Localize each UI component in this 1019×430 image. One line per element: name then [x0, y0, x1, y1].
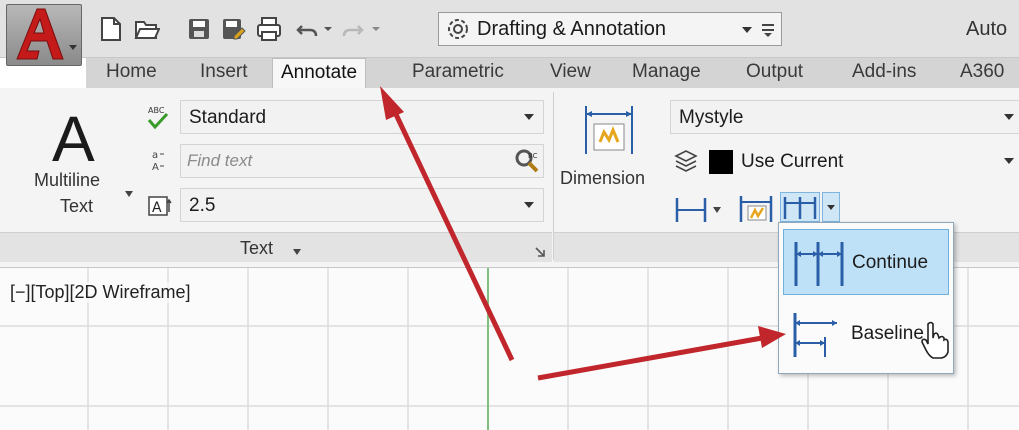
dimension-layer-dropdown[interactable]: Use Current	[704, 144, 1019, 178]
continue-dimension-icon	[783, 197, 817, 219]
dimension-icon	[585, 106, 633, 154]
svg-text:BC: BC	[528, 152, 538, 160]
save-icon[interactable]	[186, 14, 212, 44]
chevron-down-icon	[524, 202, 534, 208]
continue-dimension-tool-button[interactable]	[780, 192, 820, 222]
chevron-down-icon	[524, 114, 534, 120]
continue-dimension-icon	[794, 242, 844, 286]
tab-output[interactable]: Output	[746, 58, 803, 88]
baseline-dimension-icon	[793, 313, 837, 357]
chevron-down-icon	[827, 205, 835, 210]
dimension-layer-value: Use Current	[741, 151, 844, 172]
redo-icon[interactable]	[340, 14, 366, 44]
multiline-text-icon: A	[52, 103, 95, 175]
chevron-down-icon	[742, 27, 752, 33]
dimension-break-icon[interactable]	[738, 192, 774, 224]
tab-insert[interactable]: Insert	[200, 58, 248, 88]
customize-toolbar-icon[interactable]	[759, 17, 777, 41]
find-replace-icon[interactable]: BC	[513, 147, 541, 175]
tab-home[interactable]: Home	[106, 58, 157, 88]
multiline-text-label-2: Text	[60, 196, 94, 216]
layer-color-swatch	[709, 150, 733, 174]
flyout-item-label: Baseline	[851, 323, 924, 344]
plot-printer-icon[interactable]	[256, 14, 282, 44]
tab-a360[interactable]: A360	[960, 58, 1004, 88]
linear-dimension-icon[interactable]	[674, 194, 708, 224]
undo-icon[interactable]	[294, 14, 320, 44]
workspace-label: Drafting & Annotation	[477, 17, 667, 40]
undo-dropdown-icon[interactable]	[322, 20, 334, 36]
redo-dropdown-icon[interactable]	[370, 20, 382, 36]
find-text-input[interactable]	[187, 150, 487, 172]
dimension-style-value: Mystyle	[679, 107, 744, 128]
text-height-combo[interactable]: 2.5	[180, 188, 544, 222]
find-text-icon: a A	[152, 150, 164, 173]
tab-add-ins[interactable]: Add-ins	[852, 58, 916, 88]
svg-text:ABC: ABC	[148, 106, 165, 115]
tab-annotate[interactable]: Annotate	[272, 58, 367, 88]
new-file-icon[interactable]	[98, 14, 124, 44]
text-style-check-icon: ABC	[147, 106, 169, 130]
application-menu-button[interactable]	[6, 4, 82, 66]
tab-view[interactable]: View	[550, 58, 591, 88]
flyout-item-label: Continue	[852, 252, 929, 273]
ribbon-tab-bar: Home Insert Annotate Parametric View Man…	[86, 58, 1019, 88]
open-folder-icon[interactable]	[134, 14, 161, 44]
svg-text:a: a	[152, 150, 158, 161]
tab-manage[interactable]: Manage	[632, 58, 701, 88]
chevron-down-icon[interactable]	[292, 248, 302, 256]
text-style-dropdown[interactable]: Standard	[180, 100, 544, 134]
svg-text:A: A	[152, 162, 159, 173]
title-bar: Drafting & Annotation Auto	[0, 0, 1019, 66]
text-height-value: 2.5	[189, 195, 216, 216]
flyout-item-continue[interactable]: Continue	[783, 229, 949, 295]
text-panel-title[interactable]: Text	[240, 238, 273, 259]
hand-cursor-icon	[921, 321, 949, 359]
autocad-logo-icon	[16, 8, 64, 60]
save-as-icon[interactable]	[220, 14, 246, 44]
app-title: Auto	[966, 18, 1008, 40]
svg-text:A: A	[152, 200, 162, 216]
chevron-down-icon	[125, 191, 133, 197]
chevron-down-icon	[1004, 158, 1014, 164]
chevron-down-icon[interactable]	[712, 206, 722, 214]
find-text-field[interactable]: BC	[180, 144, 544, 178]
workspace-switcher[interactable]: Drafting & Annotation	[438, 12, 782, 46]
viewport-controls-label[interactable]: [−][Top][2D Wireframe]	[10, 282, 191, 303]
tab-parametric[interactable]: Parametric	[412, 58, 504, 88]
chevron-down-icon	[69, 45, 77, 50]
continue-dimension-dropdown[interactable]	[822, 192, 840, 222]
gear-icon	[448, 19, 468, 39]
dimension-label: Dimension	[560, 168, 646, 188]
chevron-down-icon	[1004, 114, 1014, 120]
text-style-value: Standard	[189, 107, 267, 128]
dialog-launcher-icon[interactable]	[534, 246, 546, 258]
multiline-text-label: Multiline	[34, 170, 101, 190]
text-panel-footer[interactable]	[0, 232, 552, 262]
text-height-icon: A	[148, 196, 172, 216]
dimension-style-dropdown[interactable]: Mystyle	[670, 100, 1019, 134]
dimension-layer-icon	[674, 150, 698, 172]
